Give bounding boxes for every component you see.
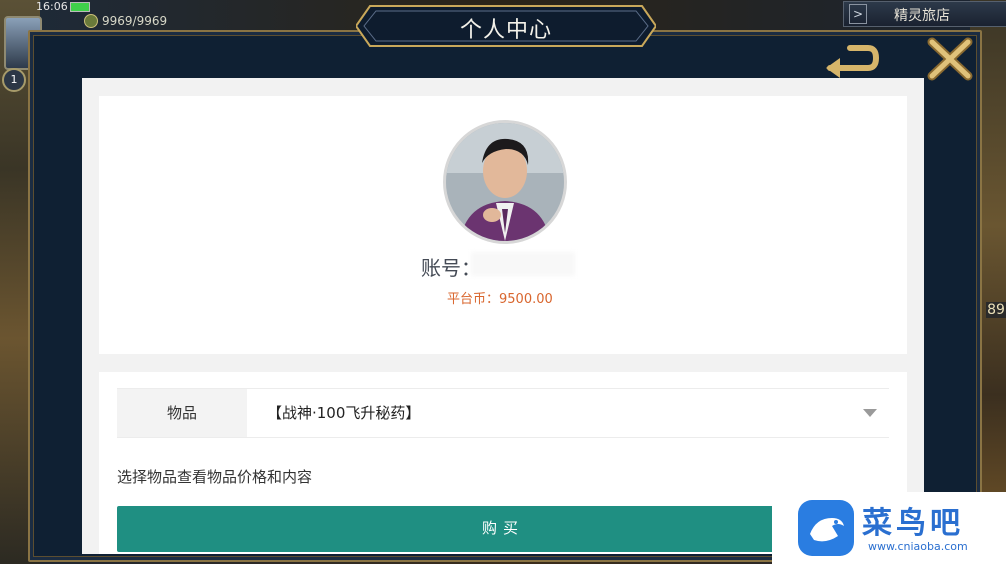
dialog-title-plate: 个人中心 xyxy=(356,4,656,48)
back-button[interactable] xyxy=(822,38,880,78)
expand-arrow-icon[interactable]: > xyxy=(849,4,867,24)
item-dropdown[interactable]: 【战神·100飞升秘药】 xyxy=(267,389,867,437)
avatar-photo xyxy=(446,123,564,241)
item-label: 物品 xyxy=(117,389,247,437)
dialog-title: 个人中心 xyxy=(459,18,552,43)
side-number: 89 xyxy=(986,302,1006,318)
hp-value: 9969/9969 xyxy=(102,14,168,28)
watermark-name: 菜鸟吧 xyxy=(862,506,964,541)
site-watermark: 菜鸟吧 www.cniaoba.com xyxy=(772,492,1006,564)
inn-button[interactable]: > 精灵旅店 xyxy=(843,1,1006,27)
inn-label: 精灵旅店 xyxy=(894,8,950,24)
close-icon xyxy=(927,37,973,81)
status-time: 16:06 xyxy=(36,0,68,13)
item-hint-text: 选择物品查看物品价格和内容 xyxy=(117,468,313,486)
profile-card: 账号： 平台币：9500.00 xyxy=(99,96,907,354)
bird-logo-shape xyxy=(810,518,844,542)
battery-icon xyxy=(70,2,90,12)
hp-icon xyxy=(84,14,98,28)
item-select-row: 物品 【战神·100飞升秘药】 xyxy=(117,388,889,438)
avatar xyxy=(443,120,567,244)
dropdown-caret-icon[interactable] xyxy=(863,409,877,417)
level-badge: 1 xyxy=(2,68,26,92)
platform-coin-balance: 平台币：9500.00 xyxy=(447,292,553,307)
bird-logo-icon xyxy=(798,500,854,556)
watermark-url: www.cniaoba.com xyxy=(868,540,968,553)
close-button[interactable] xyxy=(924,36,976,82)
web-content-panel: 账号： 平台币：9500.00 物品 【战神·100飞升秘药】 选择物品查看物品… xyxy=(82,78,924,554)
account-value-redacted xyxy=(471,252,575,276)
back-icon xyxy=(826,45,880,78)
